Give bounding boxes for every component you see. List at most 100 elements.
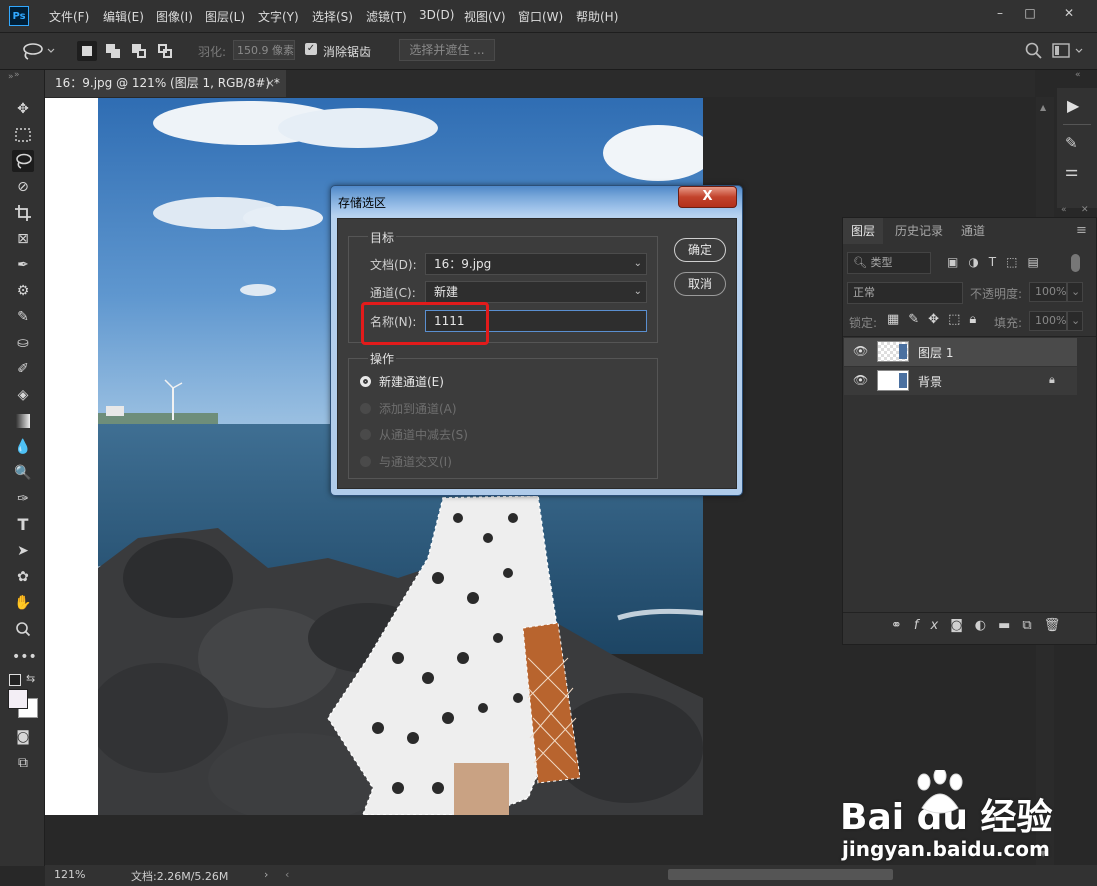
swap-colors-icon[interactable]: ⇆: [26, 672, 35, 685]
fill-input[interactable]: 100%: [1029, 311, 1067, 331]
adjust-sliders-icon[interactable]: ⚌: [1065, 162, 1078, 180]
clone-stamp-tool-icon[interactable]: ⛀: [12, 332, 34, 354]
fill-dropdown-icon[interactable]: ⌄: [1067, 311, 1083, 331]
lasso-tool-icon[interactable]: [12, 150, 34, 172]
radio-new-channel[interactable]: [360, 376, 371, 387]
brush-tool-icon[interactable]: ✎: [12, 306, 34, 328]
play-icon[interactable]: ▶: [1067, 96, 1079, 115]
menu-layer[interactable]: 图层(L): [205, 8, 245, 25]
close-window-button[interactable]: ✕: [1057, 4, 1081, 22]
brush-settings-icon[interactable]: ✎: [1065, 134, 1078, 152]
menu-view[interactable]: 视图(V): [464, 8, 506, 25]
radio-subtract-from-channel[interactable]: [360, 429, 371, 440]
menu-type[interactable]: 文字(Y): [258, 8, 299, 25]
panel-collapse-icon[interactable]: «: [1075, 70, 1081, 80]
panel-close-icon[interactable]: ✕: [1081, 205, 1089, 215]
radio-add-to-channel[interactable]: [360, 403, 371, 414]
new-selection-icon[interactable]: [77, 41, 97, 61]
zoom-tool-icon[interactable]: [12, 618, 34, 640]
menu-edit[interactable]: 编辑(E): [103, 8, 144, 25]
zoom-level[interactable]: 121%: [54, 868, 85, 881]
lasso-tool-preset-icon[interactable]: [20, 41, 56, 61]
frame-tool-icon[interactable]: ⊠: [12, 228, 34, 250]
document-select[interactable]: 16：9.jpg ⌄: [425, 253, 647, 275]
visibility-eye-icon[interactable]: 👁︎: [853, 373, 868, 387]
antialias-checkbox[interactable]: ✓: [305, 43, 317, 55]
panel-collapse-right-icon[interactable]: «: [1061, 205, 1067, 215]
close-tab-icon[interactable]: ×: [265, 70, 281, 97]
tab-channels[interactable]: 通道: [953, 218, 993, 244]
layers-panel: 图层 历史记录 通道 ≡ 🔍︎ 类型 ▣◑T⬚▤ 正常 不透明度: 100% ⌄…: [842, 217, 1097, 645]
cancel-button[interactable]: 取消: [674, 272, 726, 296]
more-tools-icon[interactable]: •••: [12, 646, 37, 668]
radio-intersect-channel[interactable]: [360, 456, 371, 467]
shape-tool-icon[interactable]: ✿: [12, 566, 34, 588]
filter-kind-select[interactable]: 🔍︎ 类型: [847, 252, 931, 274]
ok-button[interactable]: 确定: [674, 238, 726, 262]
layer-row-background[interactable]: 👁︎ 背景 🔒︎: [844, 367, 1077, 395]
antialias-label: 消除锯齿: [323, 45, 372, 59]
blend-mode-select[interactable]: 正常: [847, 282, 963, 304]
horizontal-scroll-thumb[interactable]: [668, 869, 893, 880]
feather-input[interactable]: 150.9 像素: [233, 40, 295, 60]
status-arrow-icon[interactable]: ›: [264, 868, 268, 881]
opacity-dropdown-icon[interactable]: ⌄: [1067, 282, 1083, 302]
quick-select-tool-icon[interactable]: ⊘: [12, 176, 34, 198]
maximize-button[interactable]: □: [1018, 4, 1042, 22]
tools-panel: » ✥ ⊘ ⊠ ✒ ⚙ ✎ ⛀ ✐ ◈ 💧 🔍 ✑ T ➤ ✿ ✋ ••• ⇆ …: [0, 70, 45, 866]
menu-filter[interactable]: 滤镜(T): [366, 8, 407, 25]
opacity-input[interactable]: 100%: [1029, 282, 1067, 302]
filter-toggle-icon[interactable]: [1071, 254, 1080, 272]
screen-mode-icon[interactable]: ⧉: [12, 752, 34, 774]
select-and-mask-button[interactable]: 选择并遮住 ...: [399, 39, 495, 61]
baidu-paw-icon: [917, 770, 963, 814]
visibility-eye-icon[interactable]: 👁︎: [853, 344, 868, 358]
path-selection-tool-icon[interactable]: ➤: [12, 540, 34, 562]
history-brush-tool-icon[interactable]: ✐: [12, 358, 34, 380]
toolbar-collapse-icon[interactable]: »: [14, 70, 20, 80]
dialog-close-button[interactable]: X: [678, 186, 737, 208]
layer-filter-icons[interactable]: ▣◑T⬚▤: [947, 255, 1049, 269]
menu-help[interactable]: 帮助(H): [576, 8, 618, 25]
move-tool-icon[interactable]: ✥: [12, 98, 34, 120]
panel-menu-icon[interactable]: ≡: [1076, 223, 1087, 238]
operation-group-title: 操作: [368, 350, 397, 367]
collapse-icon[interactable]: »: [8, 72, 14, 82]
gradient-tool-icon[interactable]: [12, 410, 34, 432]
healing-brush-tool-icon[interactable]: ⚙: [12, 280, 34, 302]
scroll-left-icon[interactable]: ‹: [285, 868, 289, 881]
marquee-tool-icon[interactable]: [12, 124, 34, 146]
foreground-color-swatch[interactable]: [8, 689, 28, 709]
document-tab[interactable]: 16：9.jpg @ 121% (图层 1, RGB/8#) *: [45, 70, 286, 97]
pen-tool-icon[interactable]: ✑: [12, 488, 34, 510]
layer-footer-icons[interactable]: ⚭fx◙◐▬⧉🗑︎: [891, 618, 1072, 633]
document-label: 文档(D):: [370, 258, 417, 272]
subtract-from-selection-icon[interactable]: [129, 41, 149, 61]
workspace-icon[interactable]: [1052, 42, 1088, 60]
channel-select[interactable]: 新建 ⌄: [425, 281, 647, 303]
lock-icons[interactable]: ▦✎✥⬚🔒︎: [887, 312, 985, 327]
menu-3d[interactable]: 3D(D): [419, 8, 454, 22]
lock-icon: 🔒︎: [1049, 373, 1055, 386]
menu-file[interactable]: 文件(F): [49, 8, 89, 25]
add-to-selection-icon[interactable]: [103, 41, 123, 61]
intersect-selection-icon[interactable]: [155, 41, 175, 61]
hand-tool-icon[interactable]: ✋: [12, 592, 34, 614]
default-colors-icon[interactable]: [9, 674, 21, 686]
search-icon[interactable]: [1024, 41, 1044, 61]
blur-tool-icon[interactable]: 💧: [12, 436, 34, 458]
layer-row-layer1[interactable]: 👁︎ 图层 1: [844, 338, 1077, 366]
minimize-button[interactable]: –: [988, 4, 1012, 22]
menu-image[interactable]: 图像(I): [156, 8, 193, 25]
eyedropper-tool-icon[interactable]: ✒: [12, 254, 34, 276]
dodge-tool-icon[interactable]: 🔍: [12, 462, 34, 484]
tab-layers[interactable]: 图层: [843, 218, 884, 244]
fill-label: 填充:: [994, 316, 1023, 330]
menu-select[interactable]: 选择(S): [312, 8, 353, 25]
eraser-tool-icon[interactable]: ◈: [12, 384, 34, 406]
menu-window[interactable]: 窗口(W): [518, 8, 563, 25]
type-tool-icon[interactable]: T: [12, 514, 34, 536]
crop-tool-icon[interactable]: [12, 202, 34, 224]
tab-history[interactable]: 历史记录: [887, 218, 951, 244]
quick-mask-icon[interactable]: ◙: [12, 726, 34, 748]
